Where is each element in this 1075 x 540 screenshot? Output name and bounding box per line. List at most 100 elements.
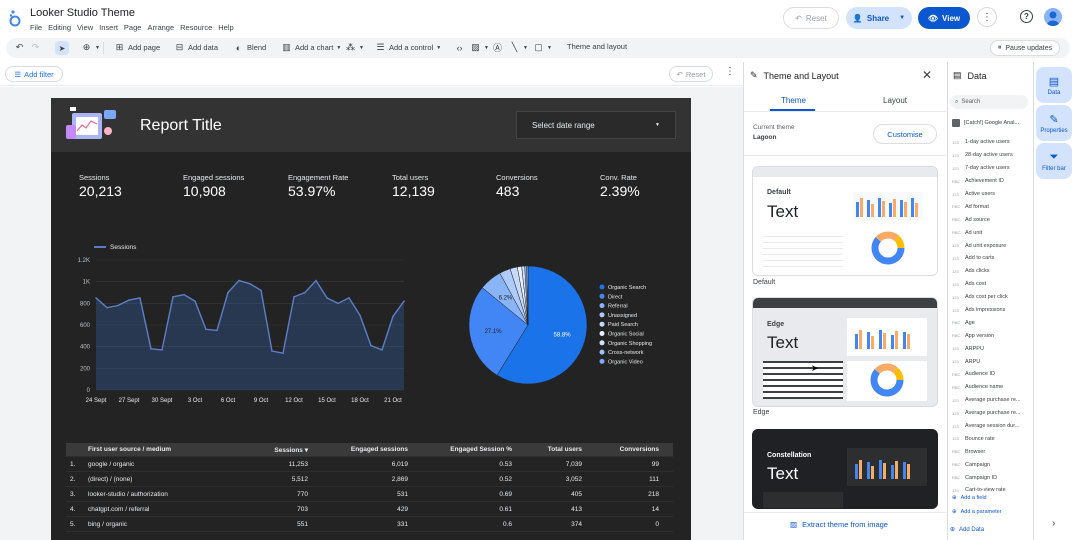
column-header[interactable]: Engaged sessions [308, 446, 408, 453]
data-field[interactable]: 123 Bounce rate [952, 432, 1030, 445]
kpi-conv-rate[interactable]: Conv. Rate 2.39% [600, 173, 640, 199]
data-field[interactable]: RBC Audience ID [952, 368, 1030, 381]
more-options-icon[interactable]: ⋮ [977, 7, 997, 27]
data-point[interactable] [370, 344, 372, 347]
line-icon[interactable]: ╲ ▼ [509, 42, 528, 53]
tab-layout[interactable]: Layout [883, 96, 907, 105]
data-field[interactable]: 123 Ad unit exposure [952, 239, 1030, 252]
data-field[interactable]: RBC Campaign [952, 458, 1030, 471]
legend-label[interactable]: Organic Shopping [608, 341, 652, 347]
report-title[interactable]: Report Title [140, 117, 222, 135]
table-row[interactable]: 1. google / organic 11,253 6,019 0.53 7,039 99 [66, 457, 673, 472]
data-field[interactable]: 123 Average session dur... [952, 420, 1030, 433]
data-field[interactable]: 123 28-day active users [952, 149, 1030, 162]
data-field[interactable]: 123 Average purchase re... [952, 407, 1030, 420]
column-header[interactable]: Conversions [582, 446, 663, 453]
channel-pie-chart[interactable]: 58.8% 27.1% 6.2% Organic Search Direct Referr… [460, 258, 670, 398]
table-row[interactable]: 4. chatgpt.com / referral 703 429 0.61 413 14 [66, 502, 673, 517]
legend-label[interactable]: Unassigned [608, 313, 637, 319]
column-header[interactable]: Total users [512, 446, 582, 453]
data-point[interactable] [183, 293, 185, 296]
text-icon[interactable]: Ⓐ [492, 42, 503, 53]
table-row[interactable]: 2. (direct) / (none) 5,512 2,869 0.52 3,052 11… [66, 472, 673, 487]
data-field[interactable]: 123 Ads cost [952, 278, 1030, 291]
data-point[interactable] [249, 283, 251, 285]
column-header[interactable]: Sessions ▾ [238, 446, 308, 454]
data-source[interactable]: [Catch!] Google Anal... [952, 119, 1019, 127]
data-field[interactable]: 123 Ads clicks [952, 265, 1030, 278]
add-parameter-button[interactable]: ⊕ Add a parameter [952, 509, 1002, 515]
close-icon[interactable]: ✕ [922, 68, 932, 82]
add-data-button[interactable]: ⊕ Add Data [950, 526, 984, 534]
data-point[interactable] [348, 297, 350, 299]
share-button[interactable]: 👤 Share ▼ [846, 7, 912, 29]
data-field[interactable]: RBC Age [952, 316, 1030, 329]
customise-button[interactable]: Customise [873, 124, 937, 144]
data-point[interactable] [260, 289, 262, 292]
data-point[interactable] [293, 296, 295, 298]
data-point[interactable] [161, 349, 163, 351]
data-point[interactable] [359, 314, 361, 317]
legend-label[interactable]: Referral [608, 304, 628, 310]
add-chart-button[interactable]: ▥ Add a chart ▼ [281, 42, 341, 53]
rail-properties-button[interactable]: ✎ Properties [1036, 105, 1072, 141]
tab-theme[interactable]: Theme [781, 96, 806, 105]
source-medium-table[interactable]: First user source / medium Sessions ▾ Enga… [66, 443, 673, 532]
menu-resource[interactable]: Resource [180, 23, 212, 32]
data-field[interactable]: RBC Ad source [952, 213, 1030, 226]
data-point[interactable] [227, 291, 229, 294]
table-row[interactable]: 5. bing / organic 551 331 0.6 374 0 [66, 517, 673, 532]
data-search-input[interactable]: ⌕ Search [950, 95, 1028, 109]
sessions-line-chart[interactable]: Sessions 0 200 400 600 800 1K 1.2K 24 Sept 27 Sep… [64, 238, 414, 408]
data-point[interactable] [205, 328, 207, 331]
data-point[interactable] [216, 329, 218, 332]
legend-label[interactable]: Organic Search [608, 285, 646, 291]
data-field[interactable]: RBC Audience name [952, 381, 1030, 394]
data-point[interactable] [172, 296, 174, 298]
menu-editing[interactable]: Editing [48, 23, 71, 32]
data-point[interactable] [194, 300, 196, 302]
data-field[interactable]: 123 Average purchase re... [952, 394, 1030, 407]
theme-card-default[interactable]: Default Text [752, 166, 938, 276]
data-point[interactable] [337, 302, 339, 305]
data-field[interactable]: RBC Ad format [952, 200, 1030, 213]
redo-icon[interactable]: ↷ [30, 42, 41, 53]
data-field[interactable]: RBC App version [952, 329, 1030, 342]
add-field-button[interactable]: ⊕ Add a field [952, 495, 987, 501]
data-point[interactable] [128, 299, 130, 301]
add-data-button[interactable]: ⊟ Add data [174, 42, 218, 53]
blend-button[interactable]: ◐ Blend [233, 42, 266, 53]
data-field[interactable]: 123 Ads impressions [952, 304, 1030, 317]
data-field[interactable]: RBC Browser [952, 445, 1030, 458]
menu-file[interactable]: File [30, 23, 42, 32]
data-point[interactable] [304, 291, 306, 294]
community-viz-icon[interactable]: ⁂ ▼ [345, 42, 364, 53]
menu-help[interactable]: Help [218, 23, 233, 32]
data-point[interactable] [381, 349, 383, 351]
menu-insert[interactable]: Insert [99, 23, 118, 32]
shape-icon[interactable]: ▢ ▼ [533, 42, 552, 53]
expand-chevron-icon[interactable]: › [1052, 518, 1055, 529]
rail-data-button[interactable]: ▤ Data [1036, 67, 1072, 103]
data-point[interactable] [238, 279, 240, 282]
legend-label[interactable]: Organic Video [608, 359, 643, 365]
legend-label[interactable]: Direct [608, 294, 623, 300]
document-title[interactable]: Looker Studio Theme [30, 7, 135, 19]
data-point[interactable] [117, 304, 119, 307]
data-field[interactable]: 123 1-day active users [952, 136, 1030, 149]
avatar[interactable] [1044, 8, 1062, 26]
theme-card-constellation[interactable]: Constellation Text [752, 429, 938, 509]
select-cursor-icon[interactable]: ➤ [55, 41, 69, 55]
undo-icon[interactable]: ↶ [14, 42, 25, 53]
menu-page[interactable]: Page [124, 23, 142, 32]
data-field[interactable]: 123 7-day active users [952, 162, 1030, 175]
looker-studio-logo-icon[interactable] [8, 9, 22, 27]
data-field[interactable]: 123 Add to carts [952, 252, 1030, 265]
data-point[interactable] [139, 297, 141, 299]
data-field[interactable]: 123 ARPU [952, 355, 1030, 368]
data-field[interactable]: 123 Ads cost per click [952, 291, 1030, 304]
kpi-sessions[interactable]: Sessions 20,213 [79, 173, 122, 199]
help-icon[interactable]: ? [1020, 10, 1033, 23]
extract-theme-button[interactable]: ▨ Extract theme from image [790, 520, 888, 529]
kpi-total-users[interactable]: Total users 12,139 [392, 173, 435, 199]
